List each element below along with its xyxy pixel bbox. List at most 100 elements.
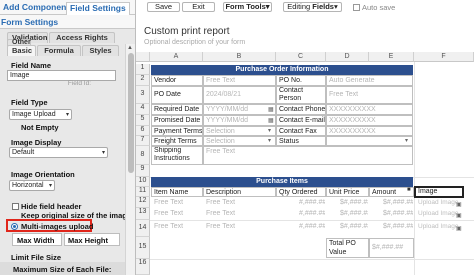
col-header-b[interactable]: B: [203, 52, 276, 62]
row-header-8[interactable]: 8: [136, 146, 150, 165]
auto-save-checkbox[interactable]: [353, 4, 360, 11]
image-header-cell[interactable]: Image: [414, 186, 464, 198]
qty-input[interactable]: #,###.##: [297, 198, 325, 208]
column-menu-icon[interactable]: ■: [407, 187, 411, 193]
row-header-11[interactable]: 11: [136, 187, 150, 197]
shipping-instructions-input[interactable]: Free Text: [203, 146, 413, 165]
purchase-items-header: Purchase Items: [151, 177, 413, 187]
required-date-input[interactable]: YYYY/MM/dd: [203, 104, 276, 115]
vendor-input[interactable]: Free Text: [203, 75, 276, 86]
status-select[interactable]: [326, 136, 413, 146]
field-name-input[interactable]: Image: [7, 70, 116, 81]
payment-terms-label: Payment Terms: [151, 126, 203, 136]
po-no-label: PO No.: [276, 75, 326, 86]
row-header-13[interactable]: 13: [136, 208, 150, 220]
hide-field-header-checkbox[interactable]: [12, 203, 19, 210]
hide-field-header-label: Hide field header: [21, 202, 82, 211]
calendar-icon[interactable]: ▦: [268, 106, 274, 113]
col-header-c[interactable]: C: [276, 52, 326, 62]
tab-form-settings[interactable]: Form Settings: [0, 15, 135, 29]
panel-scrollbar[interactable]: ▲: [125, 44, 135, 275]
row-header-4[interactable]: 4: [136, 104, 150, 115]
exit-button[interactable]: Exit: [182, 2, 215, 12]
amount-input[interactable]: $#,###.##: [381, 222, 413, 232]
image-display-value: Default: [12, 149, 35, 156]
image-orientation-select[interactable]: Horizontal ▾: [9, 180, 55, 191]
row-header-2[interactable]: 2: [136, 75, 150, 86]
col-header-a[interactable]: A: [150, 52, 203, 62]
form-tools-menu[interactable]: Form Tools▾: [223, 2, 272, 12]
editing-fields-menu[interactable]: Editing Fields▾: [283, 2, 342, 12]
chevron-down-icon[interactable]: ▾: [405, 137, 408, 144]
contact-email-input[interactable]: XXXXXXXXXX: [326, 115, 413, 126]
image-icon[interactable]: ▣: [456, 201, 462, 208]
chevron-down-icon[interactable]: ▾: [268, 127, 271, 134]
vendor-label: Vendor: [151, 75, 203, 86]
tab-add-components[interactable]: Add Components: [3, 2, 74, 12]
row-header-7[interactable]: 7: [136, 136, 150, 146]
corner-header: [136, 52, 150, 62]
scrollbar-thumb[interactable]: [128, 53, 134, 173]
item-name-input[interactable]: Free Text: [152, 209, 202, 219]
field-type-select[interactable]: Image Upload ▾: [9, 109, 72, 120]
row-header-9[interactable]: 9: [136, 165, 150, 177]
row-header-5[interactable]: 5: [136, 115, 150, 126]
limit-file-size-label: Limit File Size: [11, 253, 62, 262]
description-input[interactable]: Free Text: [204, 209, 274, 219]
unit-price-header: Unit Price: [326, 187, 369, 197]
save-button[interactable]: Save: [147, 2, 180, 12]
col-header-f[interactable]: F: [414, 52, 474, 62]
row-header-1[interactable]: 1: [136, 64, 150, 75]
description-input[interactable]: Free Text: [204, 198, 274, 208]
description-input[interactable]: Free Text: [204, 222, 274, 232]
calendar-icon[interactable]: ▦: [268, 117, 274, 124]
unit-price-input[interactable]: $#,###.##: [338, 198, 368, 208]
po-no-input[interactable]: Auto Generate: [326, 75, 413, 86]
item-name-input[interactable]: Free Text: [152, 222, 202, 232]
item-name-input[interactable]: Free Text: [152, 198, 202, 208]
scroll-up-icon[interactable]: ▲: [127, 45, 133, 51]
row-header-14[interactable]: 14: [136, 220, 150, 237]
image-orientation-value: Horizontal: [12, 182, 44, 189]
qty-input[interactable]: #,###.##: [297, 222, 325, 232]
col-header-e[interactable]: E: [369, 52, 414, 62]
tab-formula[interactable]: Formula: [37, 45, 81, 56]
form-tools-label: Form Tools: [225, 2, 266, 11]
tab-access-rights[interactable]: Access Rights: [49, 32, 115, 43]
row-header-3[interactable]: 3: [136, 86, 150, 104]
chevron-down-icon: ▾: [101, 150, 105, 156]
chevron-down-icon[interactable]: ▾: [268, 137, 271, 144]
contact-person-input[interactable]: Free Text: [326, 86, 413, 104]
po-date-input[interactable]: 2024/08/21: [203, 86, 276, 104]
multi-images-radio[interactable]: [11, 223, 18, 230]
unit-price-input[interactable]: $#,###.##: [338, 209, 368, 219]
qty-ordered-header: Qty Ordered: [276, 187, 326, 197]
image-icon[interactable]: ▣: [456, 212, 462, 219]
contact-fax-input[interactable]: XXXXXXXXXX: [326, 126, 413, 136]
qty-input[interactable]: #,###.##: [297, 209, 325, 219]
amount-input[interactable]: $#,###.##: [381, 209, 413, 219]
contact-phone-input[interactable]: XXXXXXXXXX: [326, 104, 413, 115]
unit-price-input[interactable]: $#,###.##: [338, 222, 368, 232]
image-display-select[interactable]: Default ▾: [9, 147, 108, 158]
shipping-instructions-label: Shipping Instructions: [151, 146, 203, 165]
form-title[interactable]: Custom print report: [144, 26, 230, 37]
auto-save-toggle[interactable]: Auto save: [353, 3, 395, 12]
payment-terms-select[interactable]: Selection: [203, 126, 276, 136]
tab-styles[interactable]: Styles: [82, 45, 119, 56]
freight-terms-select[interactable]: Selection: [203, 136, 276, 146]
col-header-d[interactable]: D: [326, 52, 369, 62]
grid-line: [150, 220, 474, 221]
image-icon[interactable]: ▣: [456, 225, 462, 232]
row-header-12[interactable]: 12: [136, 197, 150, 208]
tab-field-settings[interactable]: Field Settings: [66, 2, 130, 15]
form-description[interactable]: Optional description of your form: [144, 39, 245, 46]
row-header-15[interactable]: 15: [136, 237, 150, 259]
row-header-16[interactable]: 16: [136, 259, 150, 275]
promised-date-input[interactable]: YYYY/MM/dd: [203, 115, 276, 126]
tab-basic[interactable]: Basic: [7, 45, 36, 56]
amount-input[interactable]: $#,###.##: [381, 198, 413, 208]
row-header-6[interactable]: 6: [136, 126, 150, 136]
auto-save-label: Auto save: [362, 3, 396, 12]
row-header-10[interactable]: 10: [136, 177, 150, 187]
